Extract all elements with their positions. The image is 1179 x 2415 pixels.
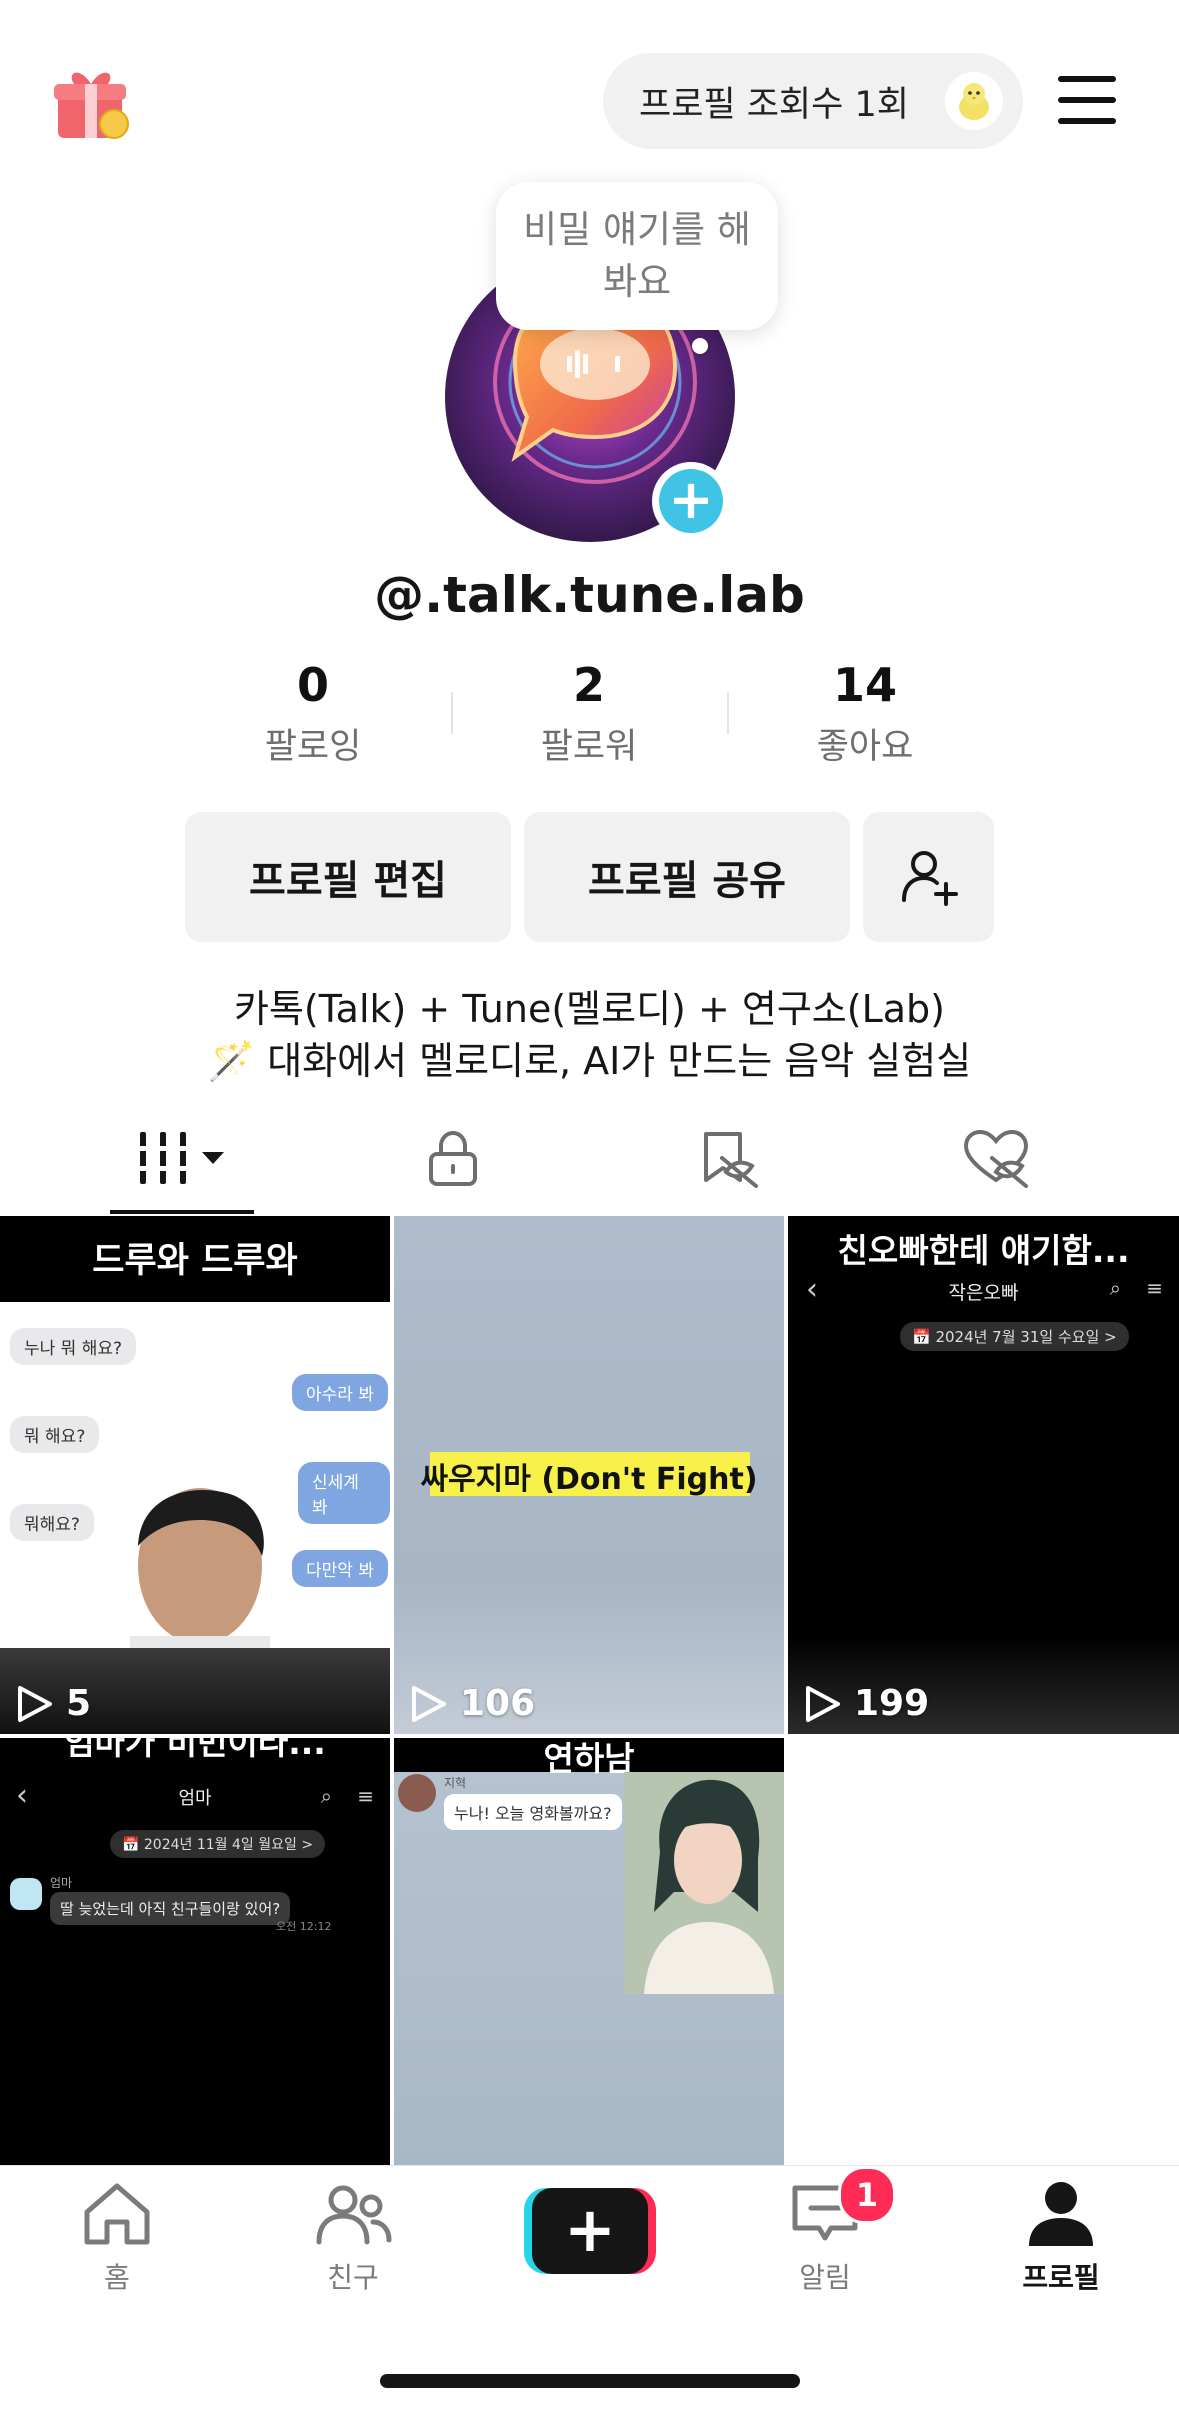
video-caption: 싸우지마 (Don't Fight) — [420, 1462, 758, 1497]
gift-icon[interactable] — [52, 62, 134, 144]
tooltip-text-line2: 봐요 — [602, 260, 672, 303]
plus-icon: + — [532, 2188, 648, 2274]
chat-message: 누나 뭐 해요? — [10, 1328, 137, 1365]
play-count-value: 199 — [854, 1683, 930, 1724]
share-profile-button[interactable]: 프로필 공유 — [524, 812, 850, 942]
likes-count: 14 — [832, 658, 897, 712]
video-thumbnail[interactable]: 드루와 드루와 누나 뭐 해요? 아수라 봐 뭐 해요? 신세계 봐 뭐해요? … — [0, 1216, 390, 1734]
play-icon — [18, 1685, 52, 1722]
chat-date: 📅 2024년 7월 31일 수요일 > — [900, 1322, 1129, 1351]
contact-avatar — [10, 1878, 42, 1910]
stat-divider — [451, 692, 453, 734]
followers-label: 팔로워 — [540, 727, 638, 767]
chat-message: 누나! 오늘 영화볼까요? — [444, 1794, 622, 1830]
bookmark-hidden-icon — [704, 1132, 758, 1188]
play-count: 106 — [410, 1683, 535, 1724]
video-thumbnail[interactable]: 연하남 지혁 누나! 오늘 영화볼까요? — [394, 1738, 784, 2165]
followers-count: 2 — [572, 658, 605, 712]
heart-hidden-icon — [963, 1129, 1029, 1188]
stat-following[interactable]: 0 팔로잉 — [193, 658, 433, 769]
nav-friends[interactable]: 친구 — [273, 2178, 433, 2296]
contact-avatar — [398, 1774, 436, 1812]
nav-profile-label: 프로필 — [1022, 2261, 1100, 2294]
play-icon — [412, 1685, 446, 1722]
chat-date: 📅 2024년 11월 4일 월요일 > — [110, 1830, 326, 1858]
tooltip-bubble: 비밀 얘기를 해 봐요 — [496, 182, 778, 330]
home-icon — [84, 2183, 150, 2245]
nav-home-label: 홈 — [104, 2261, 130, 2294]
add-avatar-button[interactable]: + — [652, 462, 730, 540]
person-photo — [130, 1488, 270, 1661]
chat-message: 딸 늦었는데 아직 친구들이랑 있어? — [50, 1892, 291, 1925]
tooltip-text-line1: 비밀 얘기를 해 — [523, 208, 751, 251]
hamburger-menu-icon[interactable] — [1058, 76, 1116, 124]
following-label: 팔로잉 — [264, 727, 362, 767]
empty-grid-cell — [788, 1738, 1179, 2165]
play-count-value: 5 — [66, 1683, 92, 1724]
nav-profile[interactable]: 프로필 — [981, 2178, 1141, 2296]
play-count-value: 106 — [460, 1683, 536, 1724]
chat-message: 뭐 해요? — [10, 1416, 100, 1453]
profile-views-pill[interactable]: 프로필 조회수 1회 — [603, 53, 1023, 149]
tooltip-tail — [692, 338, 708, 354]
chat-message: 뭐해요? — [10, 1504, 94, 1541]
stat-likes[interactable]: 14 좋아요 — [745, 658, 985, 769]
bio-line-2: 🪄 대화에서 멜로디로, AI가 만드는 음악 실험실 — [207, 1039, 972, 1083]
video-caption: 엄마가 비번이라... — [64, 1738, 326, 1762]
username: @.talk.tune.lab — [374, 566, 805, 624]
add-person-icon — [901, 851, 958, 906]
friends-icon — [316, 2185, 392, 2245]
grid-dropdown-icon — [134, 1132, 224, 1184]
play-icon — [806, 1685, 840, 1722]
profile-icon — [1029, 2182, 1093, 2246]
plus-icon: + — [659, 469, 723, 533]
stat-followers[interactable]: 2 팔로워 — [469, 658, 709, 769]
menu-icon: ≡ — [357, 1784, 374, 1808]
bio-line-1: 카톡(Talk) + Tune(멜로디) + 연구소(Lab) — [234, 987, 945, 1031]
nav-home[interactable]: 홈 — [37, 2178, 197, 2296]
tab-active-indicator — [110, 1210, 254, 1214]
menu-icon: ≡ — [1146, 1276, 1163, 1300]
add-friend-button[interactable] — [863, 812, 994, 942]
following-count: 0 — [296, 658, 329, 712]
video-thumbnail[interactable]: 싸우지마 (Don't Fight) 106 — [394, 1216, 784, 1734]
anime-character-image — [624, 1772, 784, 1994]
nav-friends-label: 친구 — [327, 2261, 379, 2294]
chat-message: 신세계 봐 — [298, 1462, 390, 1524]
tab-liked[interactable] — [946, 1118, 1046, 1198]
create-button[interactable]: + — [524, 2188, 656, 2274]
chat-time: 오전 12:12 — [276, 1920, 332, 1933]
profile-views-label: 프로필 조회수 1회 — [639, 84, 909, 125]
tab-videos[interactable] — [130, 1118, 230, 1198]
video-caption: 드루와 드루와 — [92, 1241, 298, 1281]
chat-message: 아수라 봐 — [292, 1374, 388, 1411]
search-icon: ⌕ — [320, 1784, 332, 1808]
home-indicator — [380, 2374, 800, 2388]
video-caption: 친오빠한테 얘기함... — [837, 1231, 1130, 1270]
video-thumbnail[interactable]: 친오빠한테 얘기함... ‹ 작은오빠 ⌕ ≡ 📅 2024년 7월 31일 수… — [788, 1216, 1179, 1734]
nav-inbox-label: 알림 — [799, 2261, 851, 2294]
chat-sender: 엄마 — [50, 1876, 73, 1890]
tab-saved[interactable] — [678, 1118, 778, 1198]
play-count: 199 — [804, 1683, 929, 1724]
lock-icon — [429, 1130, 477, 1186]
chat-message: 다만악 봐 — [292, 1550, 388, 1587]
edit-profile-button[interactable]: 프로필 편집 — [185, 812, 511, 942]
stat-divider — [727, 692, 729, 734]
chick-avatar-icon — [945, 72, 1003, 130]
likes-label: 좋아요 — [816, 727, 914, 767]
inbox-badge: 1 — [838, 2166, 896, 2224]
search-icon: ⌕ — [1109, 1276, 1121, 1300]
video-thumbnail[interactable]: 엄마가 비번이라... ‹ 엄마 ⌕ ≡ 📅 2024년 11월 4일 월요일 … — [0, 1738, 390, 2165]
play-count: 5 — [16, 1683, 91, 1724]
chat-sender: 지혁 — [444, 1776, 467, 1790]
tab-private[interactable] — [403, 1118, 503, 1198]
